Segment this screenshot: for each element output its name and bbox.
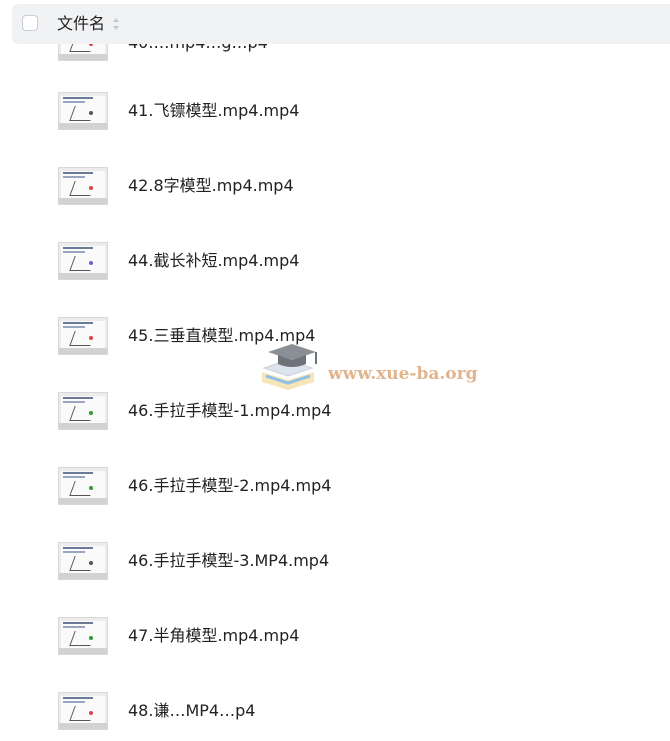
watermark-text: www.xue-ba.org xyxy=(328,364,478,384)
file-name[interactable]: 46.手拉手模型-1.mp4.mp4 xyxy=(128,401,331,421)
file-row[interactable]: 48.谦…MP4…p4 xyxy=(0,681,670,741)
video-thumbnail[interactable] xyxy=(58,167,108,205)
thumb-accent xyxy=(89,186,93,190)
column-header-filename[interactable]: 文件名 xyxy=(57,14,105,34)
video-thumbnail[interactable] xyxy=(58,542,108,580)
graduation-cap-icon xyxy=(262,344,317,390)
file-name[interactable]: 44.截长补短.mp4.mp4 xyxy=(128,251,299,271)
thumb-accent xyxy=(89,111,93,115)
thumb-accent xyxy=(89,711,93,715)
file-list-header: 文件名 xyxy=(12,4,670,44)
thumb-accent xyxy=(89,411,93,415)
select-all-checkbox[interactable] xyxy=(22,15,38,31)
video-thumbnail[interactable] xyxy=(58,467,108,505)
file-row[interactable]: 41.飞镖模型.mp4.mp4 xyxy=(0,81,670,141)
file-row[interactable]: 42.8字模型.mp4.mp4 xyxy=(0,156,670,216)
thumb-accent xyxy=(89,486,93,490)
video-thumbnail[interactable] xyxy=(58,92,108,130)
file-row[interactable]: 46.手拉手模型-2.mp4.mp4 xyxy=(0,456,670,516)
thumb-accent xyxy=(89,336,93,340)
file-name[interactable]: 46.手拉手模型-3.MP4.mp4 xyxy=(128,551,329,571)
file-name[interactable]: 42.8字模型.mp4.mp4 xyxy=(128,176,294,196)
video-thumbnail[interactable] xyxy=(58,692,108,730)
thumb-accent xyxy=(89,561,93,565)
video-thumbnail[interactable] xyxy=(58,617,108,655)
thumb-accent xyxy=(89,636,93,640)
file-row[interactable]: 44.截长补短.mp4.mp4 xyxy=(0,231,670,291)
video-thumbnail[interactable] xyxy=(58,392,108,430)
file-name[interactable]: 47.半角模型.mp4.mp4 xyxy=(128,626,299,646)
file-row[interactable]: 46.手拉手模型-3.MP4.mp4 xyxy=(0,531,670,591)
file-name[interactable]: 46.手拉手模型-2.mp4.mp4 xyxy=(128,476,331,496)
file-name[interactable]: 41.飞镖模型.mp4.mp4 xyxy=(128,101,299,121)
watermark: www.xue-ba.org xyxy=(258,342,488,402)
file-name[interactable]: 48.谦…MP4…p4 xyxy=(128,701,255,721)
video-thumbnail[interactable] xyxy=(58,317,108,355)
thumb-accent xyxy=(89,261,93,265)
sort-icon[interactable] xyxy=(112,17,120,31)
file-row[interactable]: 47.半角模型.mp4.mp4 xyxy=(0,606,670,666)
video-thumbnail[interactable] xyxy=(58,242,108,280)
